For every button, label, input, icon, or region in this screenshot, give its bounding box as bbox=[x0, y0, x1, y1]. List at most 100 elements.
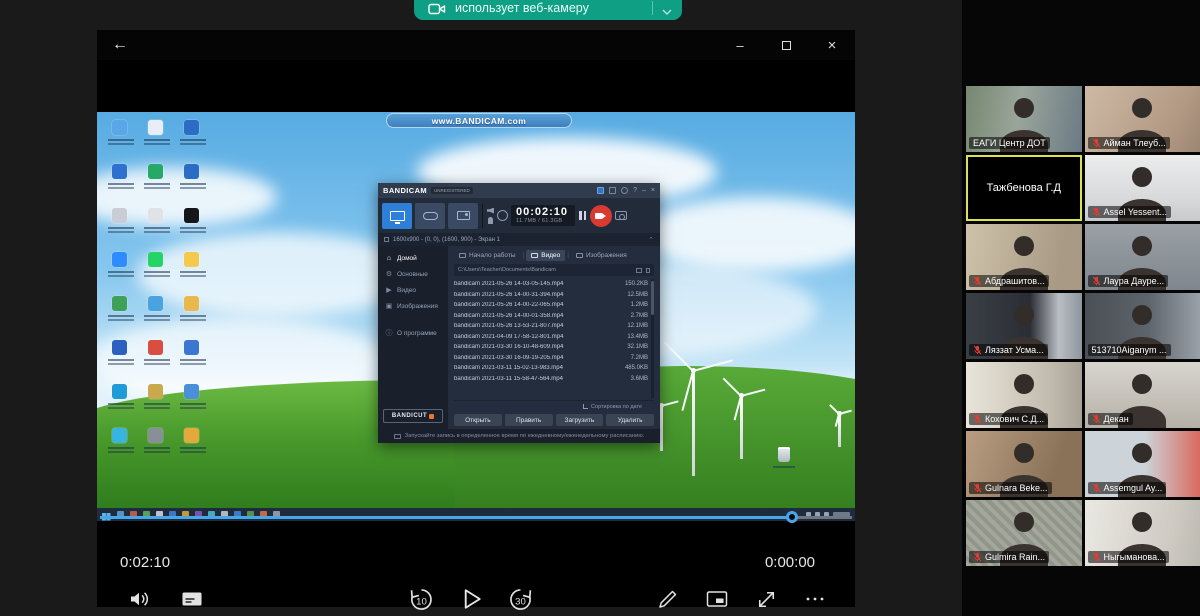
bandicam-watermark: www.BANDICAM.com bbox=[386, 113, 572, 128]
speaker-icon bbox=[487, 208, 494, 214]
muted-mic-icon bbox=[973, 276, 982, 286]
participant-name-label: Ныгыманова... bbox=[1088, 551, 1169, 563]
shared-desktop-video: www.BANDICAM.com BANDICAM UNREGISTERED ?… bbox=[97, 112, 855, 521]
upload-button: Загрузить bbox=[556, 414, 604, 426]
webcam-overlay-icon bbox=[497, 210, 508, 221]
help-icon: ? bbox=[633, 187, 637, 194]
participant-name: 513710Aiganym ... bbox=[1092, 345, 1167, 355]
seek-handle[interactable] bbox=[786, 511, 798, 523]
elapsed-time: 0:02:10 bbox=[120, 554, 170, 571]
file-name: bandicam 2021-05-26 14-00-22-065.mp4 bbox=[454, 302, 631, 308]
recording-file-row: bandicam 2021-05-26 14-00-01-358.mp4 2.7… bbox=[454, 311, 648, 322]
participant-name-label: Assemgul Ay... bbox=[1088, 482, 1167, 494]
recording-file-row: bandicam 2021-03-30 16-09-19-205.mp4 7.2… bbox=[454, 353, 648, 364]
screenshot-button bbox=[615, 211, 627, 220]
game-recording-mode-button bbox=[415, 203, 445, 229]
participant-tile[interactable]: Assemgul Ay... bbox=[1085, 431, 1200, 497]
file-name: bandicam 2021-05-26 14-00-01-358.mp4 bbox=[454, 313, 631, 319]
participant-tile[interactable]: Тажбенова Г.Д bbox=[966, 155, 1082, 221]
schedule-icon bbox=[394, 434, 401, 439]
delete-button: Удалить bbox=[606, 414, 654, 426]
file-size: 2.7MB bbox=[631, 313, 648, 319]
participant-tile[interactable]: Абдрашитов... bbox=[966, 224, 1082, 290]
recording-file-row: bandicam 2021-04-09 17-58-12-801.mp4 13.… bbox=[454, 332, 648, 343]
rocket-icon bbox=[459, 253, 466, 258]
file-size: 7.2MB bbox=[631, 355, 648, 361]
maximize-button[interactable] bbox=[763, 30, 809, 60]
maximize-icon bbox=[782, 41, 791, 50]
participant-tile[interactable]: Ляззат Усма... bbox=[966, 293, 1082, 359]
participant-name: ЕАГИ Центр ДОТ bbox=[973, 138, 1046, 148]
open-button: Открыть bbox=[454, 414, 502, 426]
file-name: bandicam 2021-03-11 15-58-47-564.mp4 bbox=[454, 376, 631, 382]
bandicam-titlebar: BANDICAM UNREGISTERED ? – × bbox=[378, 183, 660, 198]
chevron-down-icon[interactable] bbox=[662, 9, 672, 16]
capture-target-bar: 1600x900 - (0, 0), (1600, 900) - Экран 1… bbox=[378, 233, 660, 246]
mini-player-button[interactable] bbox=[704, 587, 730, 611]
participant-tile[interactable]: Ныгыманова... bbox=[1085, 500, 1200, 566]
chevron-up-icon: ⌃ bbox=[648, 236, 654, 244]
banner-divider bbox=[652, 1, 653, 15]
participant-name-label: Assel Yessent... bbox=[1088, 206, 1172, 218]
participant-tile[interactable]: Gulmira Rain... bbox=[966, 500, 1082, 566]
participant-tile[interactable]: Декан bbox=[1085, 362, 1200, 428]
file-name: bandicam 2021-05-26 13-53-21-807.mp4 bbox=[454, 323, 627, 329]
play-button[interactable] bbox=[457, 585, 485, 613]
sidebar-item-images: ▣Изображения bbox=[378, 298, 448, 314]
recording-file-row: bandicam 2021-05-26 14-00-31-394.mp4 12.… bbox=[454, 290, 648, 301]
tab-getting-started: Начало работы bbox=[454, 250, 521, 261]
muted-mic-icon bbox=[1092, 414, 1101, 424]
video-icon: ▶ bbox=[385, 286, 393, 294]
globe-icon bbox=[621, 187, 628, 194]
seek-remaining bbox=[792, 516, 852, 519]
muted-mic-icon bbox=[1092, 552, 1101, 562]
subtitles-button[interactable] bbox=[179, 587, 205, 611]
minimize-button[interactable]: – bbox=[717, 30, 763, 60]
volume-button[interactable] bbox=[127, 587, 153, 611]
participant-tile[interactable]: Лаура Дауре... bbox=[1085, 224, 1200, 290]
participant-name: Gulmira Rain... bbox=[985, 552, 1045, 562]
folder-icon bbox=[609, 187, 616, 194]
participant-tile[interactable]: Assel Yessent... bbox=[1085, 155, 1200, 221]
record-button bbox=[590, 205, 612, 227]
fullscreen-button[interactable] bbox=[754, 587, 779, 612]
participant-name-label: Айман Тлеуб... bbox=[1088, 137, 1170, 149]
pause-button bbox=[579, 211, 586, 220]
edit-pencil-button[interactable] bbox=[656, 587, 680, 611]
participant-name: Gulnara Beke... bbox=[985, 483, 1048, 493]
recycle-bin-icon bbox=[771, 447, 797, 477]
participant-tile[interactable]: Айман Тлеуб... bbox=[1085, 86, 1200, 152]
muted-mic-icon bbox=[973, 414, 982, 424]
seek-bar[interactable] bbox=[100, 516, 852, 519]
svg-text:10: 10 bbox=[416, 596, 427, 607]
svg-text:30: 30 bbox=[515, 596, 526, 607]
back-button[interactable]: ← bbox=[112, 36, 128, 54]
muted-mic-icon bbox=[1092, 483, 1101, 493]
participant-tile[interactable]: Кохович С.Д... bbox=[966, 362, 1082, 428]
participant-tile[interactable]: ЕАГИ Центр ДОТ bbox=[966, 86, 1082, 152]
participant-tile[interactable]: 513710Aiganym ... bbox=[1085, 293, 1200, 359]
scrollbar bbox=[651, 279, 654, 398]
file-name: bandicam 2021-05-26 14-00-31-394.mp4 bbox=[454, 292, 627, 298]
info-icon: ⓘ bbox=[385, 328, 393, 338]
participant-tile[interactable]: Gulnara Beke... bbox=[966, 431, 1082, 497]
mic-icon bbox=[488, 217, 493, 224]
player-controls: 10 30 bbox=[97, 578, 855, 616]
participant-name: Тажбенова Г.Д bbox=[987, 182, 1061, 194]
meeting-app-window: использует веб-камеру ← – × bbox=[0, 0, 1200, 616]
participant-name-label: Лаура Дауре... bbox=[1088, 275, 1169, 287]
tab-images: Изображения bbox=[571, 250, 632, 261]
more-options-button[interactable] bbox=[803, 587, 827, 611]
participant-name: Абдрашитов... bbox=[985, 276, 1045, 286]
sort-control: Сортировка по дате bbox=[454, 400, 654, 412]
file-name: bandicam 2021-05-26 14-03-05-145.mp4 bbox=[454, 281, 625, 287]
refresh-icon bbox=[646, 268, 650, 273]
participant-name: Лаура Дауре... bbox=[1104, 276, 1165, 286]
rewind-10-button[interactable]: 10 bbox=[408, 586, 435, 613]
participant-name: Assel Yessent... bbox=[1104, 207, 1168, 217]
webcam-icon bbox=[428, 2, 446, 16]
file-name: bandicam 2021-03-30 16-09-19-205.mp4 bbox=[454, 355, 631, 361]
close-button[interactable]: × bbox=[809, 30, 855, 60]
folder-icon bbox=[531, 253, 538, 258]
forward-30-button[interactable]: 30 bbox=[507, 586, 534, 613]
